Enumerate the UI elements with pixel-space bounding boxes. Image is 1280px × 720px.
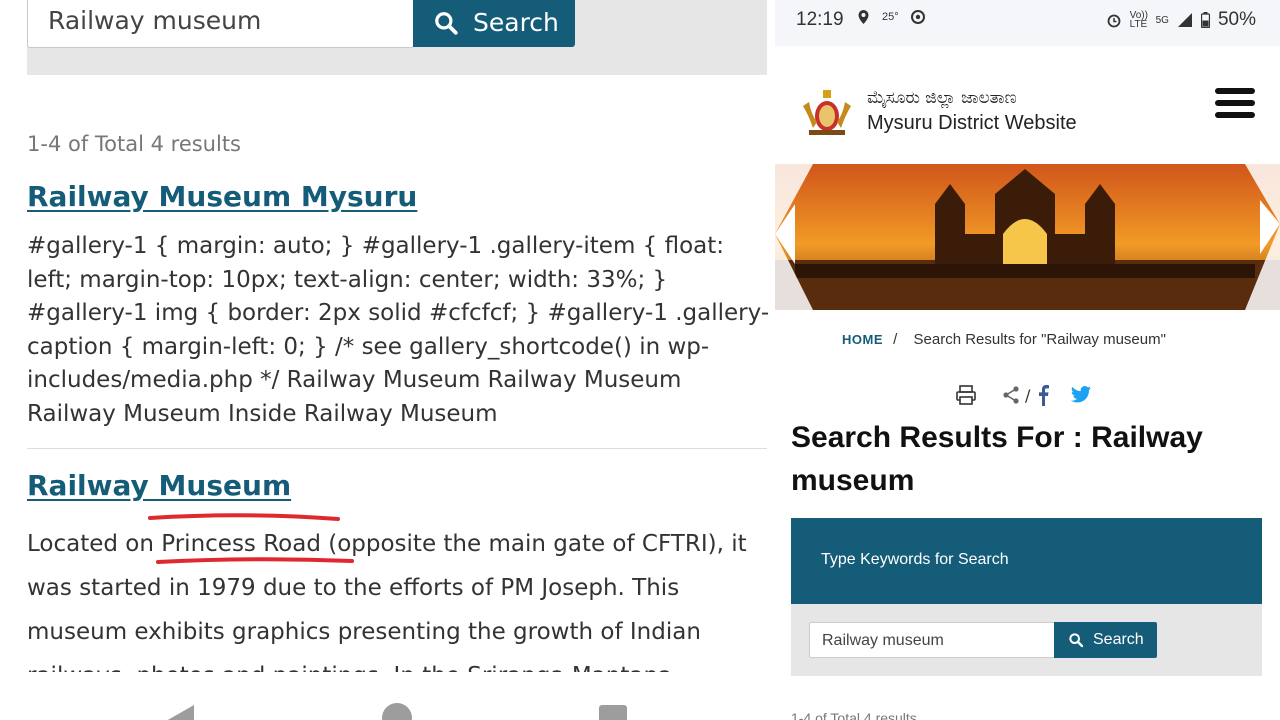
search-icon	[435, 11, 458, 35]
mysore-palace-banner-image	[775, 164, 1280, 310]
twitter-icon[interactable]	[1070, 385, 1092, 405]
site-header: ಮೈಸೂರು ಜಿಲ್ಲಾ ಜಾಲತಾಣ Mysuru District Web…	[775, 46, 1280, 164]
results-count: 1-4 of Total 4 results	[27, 132, 241, 156]
recents-icon[interactable]	[599, 705, 627, 720]
result-title-link[interactable]: Railway Museum	[27, 469, 291, 502]
breadcrumb-home-link[interactable]: HOME	[842, 332, 883, 347]
results-count: 1-4 of Total 4 results	[791, 710, 917, 720]
battery-icon	[1200, 12, 1210, 28]
breadcrumb-current: Search Results for "Railway museum"	[913, 331, 1166, 348]
breadcrumb: HOME / Search Results for "Railway museu…	[842, 331, 1166, 348]
search-input[interactable]: Railway museum	[27, 0, 414, 48]
print-icon[interactable]	[955, 384, 977, 406]
share-separator: /	[1025, 385, 1031, 405]
status-temp: 25°	[882, 11, 899, 23]
search-button-label: Search	[1093, 631, 1144, 648]
search-icon	[1069, 633, 1084, 648]
network-label: 5G	[1155, 14, 1169, 26]
chrome-icon	[910, 10, 925, 24]
status-left-icons: 25°	[857, 10, 925, 24]
breadcrumb-separator: /	[893, 331, 898, 348]
status-time: 12:19	[796, 9, 844, 30]
signal-icon	[1177, 13, 1192, 27]
result-title-link[interactable]: Railway Museum Mysuru	[27, 180, 417, 213]
search-panel-header: Type Keywords for Search	[791, 518, 1262, 604]
result-divider	[27, 448, 767, 449]
right-screenshot-panel: 12:19 25° Vo)) LTE 5G 50% ಮೈಸೂರು ಜಿಲ್ಲಾ …	[775, 0, 1280, 720]
volte-label: Vo)) LTE	[1129, 10, 1148, 30]
alarm-icon	[1107, 14, 1121, 28]
share-toolbar: /	[955, 384, 1092, 406]
left-screenshot-panel: Railway museum Search 1-4 of Total 4 res…	[0, 0, 775, 720]
result-snippet: #gallery-1 { margin: auto; } #gallery-1 …	[27, 233, 770, 427]
battery-percent: 50%	[1217, 9, 1256, 30]
site-name-english[interactable]: Mysuru District Website	[867, 112, 1077, 135]
search-button-label: Search	[473, 8, 559, 37]
menu-icon[interactable]	[1215, 88, 1255, 118]
search-button[interactable]: Search	[1054, 622, 1157, 658]
share-icon[interactable]	[1001, 385, 1021, 405]
karnataka-emblem-logo[interactable]	[799, 86, 855, 138]
site-name-kannada: ಮೈಸೂರು ಜಿಲ್ಲಾ ಜಾಲತಾಣ	[867, 88, 1017, 108]
back-icon[interactable]	[166, 705, 194, 720]
location-icon	[858, 10, 869, 24]
facebook-icon[interactable]	[1036, 384, 1050, 406]
status-right-icons: Vo)) LTE 5G 50%	[1106, 9, 1256, 31]
search-button[interactable]: Search	[413, 0, 575, 47]
search-input[interactable]: Railway museum	[809, 622, 1055, 658]
page-title: Search Results For : Railway museum	[791, 421, 1203, 497]
search-panel-label: Type Keywords for Search	[821, 551, 1009, 568]
status-bar: 12:19 25° Vo)) LTE 5G 50%	[775, 0, 1280, 46]
